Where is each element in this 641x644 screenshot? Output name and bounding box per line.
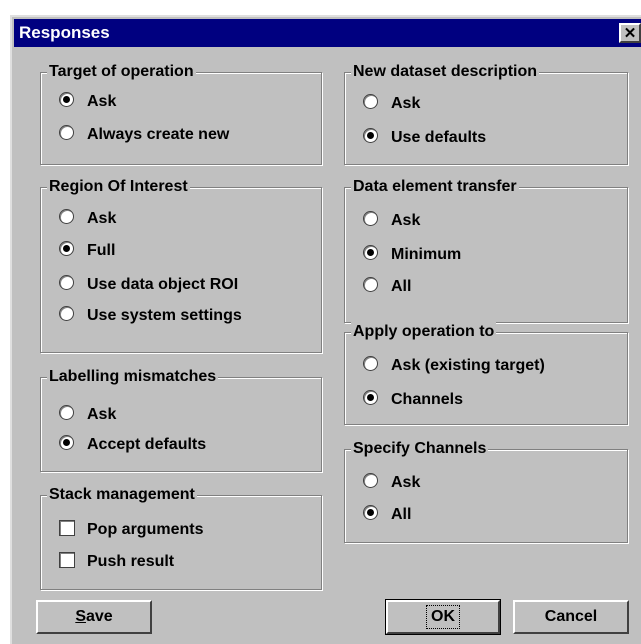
radio-newdataset-ask[interactable]: Ask bbox=[363, 93, 420, 115]
checkbox-push-result[interactable]: Push result bbox=[59, 551, 174, 573]
radio-button-icon bbox=[59, 125, 74, 141]
group-title: Target of operation bbox=[47, 62, 196, 82]
option-label: Ask bbox=[87, 210, 117, 227]
radio-button-icon bbox=[59, 209, 74, 225]
option-label: Use defaults bbox=[391, 129, 487, 146]
cancel-label: Cancel bbox=[544, 608, 598, 625]
radio-button-icon bbox=[59, 405, 74, 421]
window-title: Responses bbox=[19, 23, 110, 42]
option-label: Ask (existing target) bbox=[391, 357, 545, 374]
responses-dialog: Responses ✕ Target of operation Ask Alwa… bbox=[10, 15, 641, 644]
save-button[interactable]: Save bbox=[36, 600, 152, 634]
radio-button-icon bbox=[59, 241, 74, 257]
checkbox-pop-arguments[interactable]: Pop arguments bbox=[59, 519, 203, 541]
option-label: Minimum bbox=[391, 246, 462, 263]
option-label: All bbox=[391, 506, 412, 523]
group-title: Region Of Interest bbox=[47, 177, 190, 197]
option-label: Channels bbox=[391, 391, 464, 408]
cancel-button[interactable]: Cancel bbox=[513, 600, 629, 634]
option-label: Ask bbox=[391, 95, 421, 112]
group-title: New dataset description bbox=[351, 62, 540, 82]
radio-button-icon bbox=[59, 306, 74, 322]
option-label: Full bbox=[87, 242, 116, 259]
radio-transfer-minimum[interactable]: Minimum bbox=[363, 244, 461, 266]
ok-label: OK bbox=[426, 605, 460, 629]
radio-channels-ask[interactable]: Ask bbox=[363, 472, 420, 494]
radio-labelling-accept-defaults[interactable]: Accept defaults bbox=[59, 434, 206, 456]
close-button[interactable]: ✕ bbox=[619, 23, 641, 43]
radio-button-icon bbox=[363, 245, 378, 261]
group-region-of-interest: Region Of Interest Ask Full Use data obj… bbox=[40, 177, 322, 353]
close-icon: ✕ bbox=[623, 25, 637, 42]
radio-button-icon bbox=[363, 356, 378, 372]
radio-button-icon bbox=[363, 94, 378, 110]
radio-transfer-ask[interactable]: Ask bbox=[363, 210, 420, 232]
radio-roi-use-system-settings[interactable]: Use system settings bbox=[59, 305, 242, 327]
radio-roi-use-data-object-roi[interactable]: Use data object ROI bbox=[59, 274, 238, 296]
radio-roi-full[interactable]: Full bbox=[59, 240, 115, 262]
group-data-element-transfer: Data element transfer Ask Minimum All bbox=[344, 177, 628, 323]
checkbox-icon bbox=[59, 519, 75, 536]
group-title: Specify Channels bbox=[351, 439, 489, 459]
radio-button-icon bbox=[363, 211, 378, 227]
radio-transfer-all[interactable]: All bbox=[363, 276, 411, 298]
option-label: Ask bbox=[87, 406, 117, 423]
option-label: Ask bbox=[87, 93, 117, 110]
group-labelling-mismatches: Labelling mismatches Ask Accept defaults bbox=[40, 367, 322, 472]
option-label: All bbox=[391, 278, 412, 295]
option-label: Always create new bbox=[87, 126, 230, 143]
option-label: Ask bbox=[391, 474, 421, 491]
option-label: Use data object ROI bbox=[87, 276, 239, 293]
save-mnemonic: S bbox=[75, 608, 86, 625]
group-new-dataset-description: New dataset description Ask Use defaults bbox=[344, 62, 628, 165]
option-label: Ask bbox=[391, 212, 421, 229]
radio-button-icon bbox=[59, 435, 74, 451]
group-stack-management: Stack management Pop arguments Push resu… bbox=[40, 485, 322, 590]
group-apply-operation-to: Apply operation to Ask (existing target)… bbox=[344, 322, 628, 425]
group-title: Data element transfer bbox=[351, 177, 519, 197]
group-target-of-operation: Target of operation Ask Always create ne… bbox=[40, 62, 322, 165]
radio-apply-channels[interactable]: Channels bbox=[363, 389, 463, 411]
radio-target-always-create-new[interactable]: Always create new bbox=[59, 124, 229, 146]
radio-channels-all[interactable]: All bbox=[363, 504, 411, 526]
option-label: Push result bbox=[87, 553, 175, 570]
group-title: Stack management bbox=[47, 485, 197, 505]
radio-button-icon bbox=[59, 275, 74, 291]
save-label: ave bbox=[85, 608, 113, 625]
option-label: Pop arguments bbox=[87, 521, 204, 538]
group-title: Apply operation to bbox=[351, 322, 497, 342]
radio-button-icon bbox=[363, 390, 378, 406]
radio-labelling-ask[interactable]: Ask bbox=[59, 404, 116, 426]
ok-button[interactable]: OK bbox=[385, 599, 501, 635]
radio-button-icon bbox=[363, 277, 378, 293]
checkbox-icon bbox=[59, 551, 75, 568]
group-specify-channels: Specify Channels Ask All bbox=[344, 439, 628, 543]
radio-target-ask[interactable]: Ask bbox=[59, 91, 116, 113]
radio-button-icon bbox=[363, 505, 378, 521]
radio-button-icon bbox=[59, 92, 74, 108]
radio-roi-ask[interactable]: Ask bbox=[59, 208, 116, 230]
option-label: Use system settings bbox=[87, 307, 242, 324]
group-title: Labelling mismatches bbox=[47, 367, 219, 387]
radio-apply-ask-existing-target[interactable]: Ask (existing target) bbox=[363, 355, 545, 377]
title-bar[interactable]: Responses ✕ bbox=[14, 19, 641, 47]
radio-button-icon bbox=[363, 128, 378, 144]
option-label: Accept defaults bbox=[87, 436, 207, 453]
radio-newdataset-use-defaults[interactable]: Use defaults bbox=[363, 127, 486, 149]
radio-button-icon bbox=[363, 473, 378, 489]
